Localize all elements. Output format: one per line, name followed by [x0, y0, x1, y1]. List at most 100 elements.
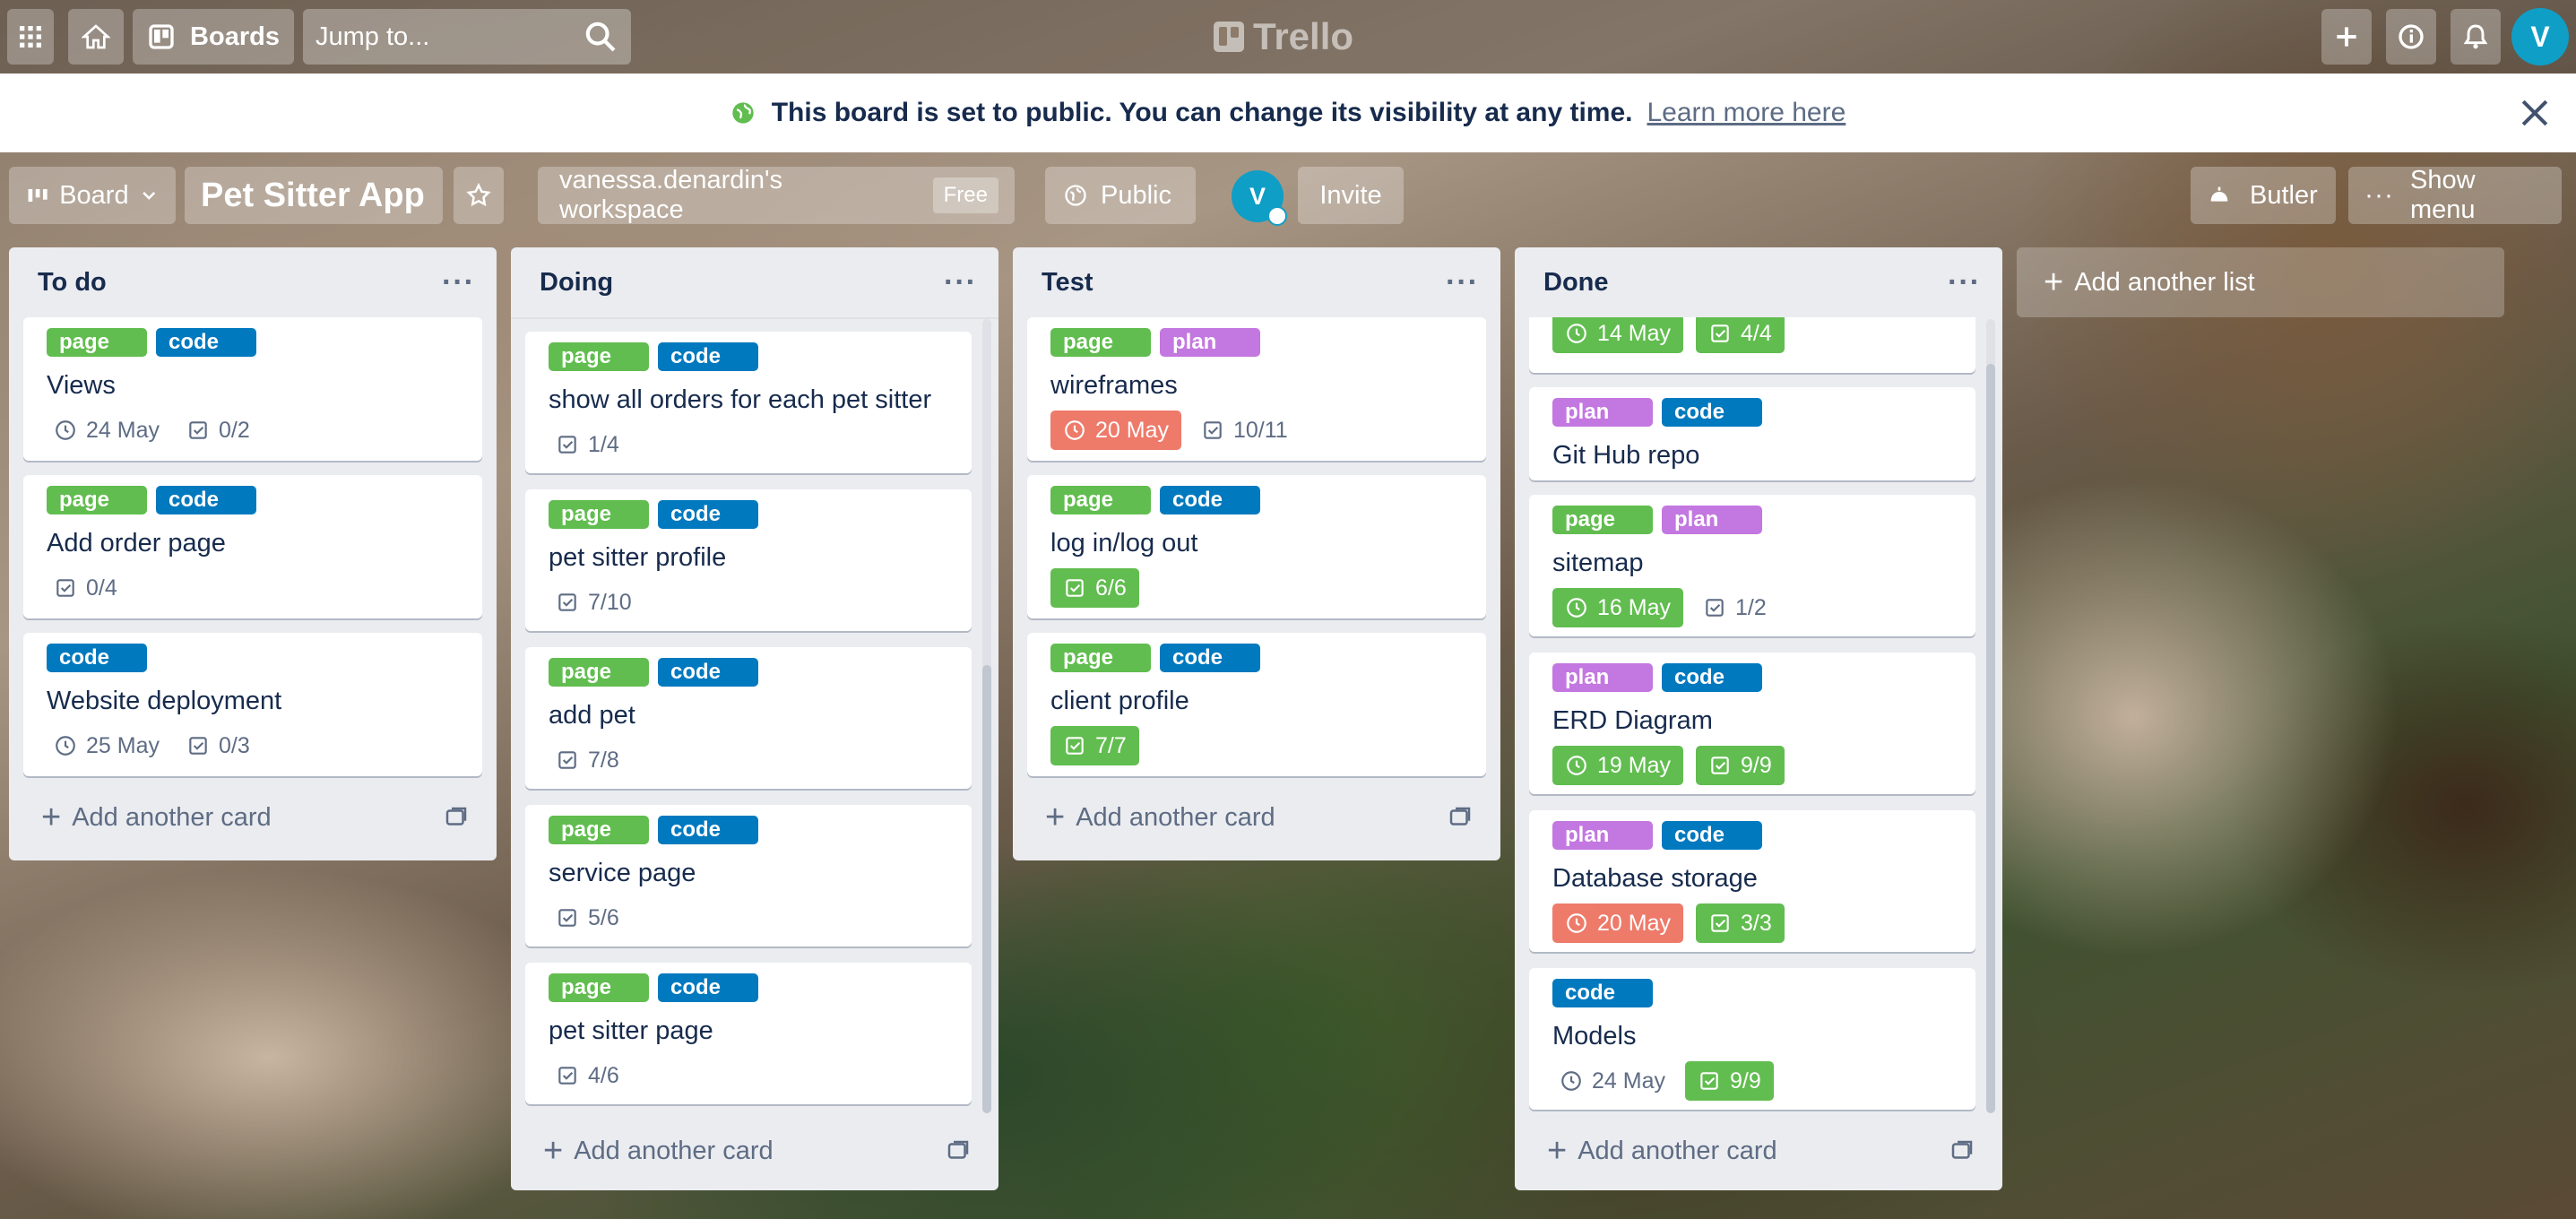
- label-code: code: [1662, 821, 1762, 850]
- home-button[interactable]: [68, 9, 124, 65]
- visibility-button[interactable]: Public: [1045, 167, 1196, 224]
- label-code: code: [1160, 644, 1260, 672]
- board-view-switcher[interactable]: Board: [9, 167, 176, 224]
- globe-icon: [732, 102, 754, 124]
- list-title[interactable]: To do: [38, 268, 107, 298]
- plus-icon: +: [543, 1132, 564, 1170]
- trello-logo[interactable]: Trello: [1214, 14, 1353, 59]
- card[interactable]: plan code ERD Diagram 19 May 9/9: [1529, 653, 1975, 794]
- list-menu-icon[interactable]: ···: [1446, 265, 1479, 300]
- list-title[interactable]: Test: [1042, 268, 1093, 298]
- list-header[interactable]: Test ···: [1013, 247, 1500, 317]
- card-template-icon[interactable]: [1447, 804, 1474, 831]
- boards-button[interactable]: Boards: [133, 9, 294, 65]
- due-date: 14 May: [1597, 320, 1671, 346]
- invite-button[interactable]: Invite: [1298, 167, 1404, 224]
- card[interactable]: page code Views 24 May 0/2: [23, 317, 482, 461]
- home-icon: [82, 24, 110, 49]
- list-done: Done ··· 14 May 4/4 plan code Git Hub re…: [1515, 247, 2002, 1190]
- list-header[interactable]: Doing ···: [511, 247, 998, 317]
- label-page: page: [1552, 506, 1653, 534]
- card[interactable]: page code service page 5/6: [525, 805, 972, 947]
- label-code: code: [156, 328, 256, 357]
- list-header[interactable]: Done ···: [1515, 247, 2002, 317]
- checklist-badge: 1/2: [1696, 588, 1774, 627]
- card-badges: 6/6: [1050, 568, 1470, 608]
- list-doing: Doing ··· page code show all orders for …: [511, 247, 998, 1190]
- workspace-button[interactable]: vanessa.denardin's workspace Free: [538, 166, 1015, 224]
- list-title[interactable]: Doing: [540, 268, 613, 298]
- card[interactable]: 14 May 4/4: [1529, 317, 1975, 373]
- card-labels: page code: [47, 328, 466, 357]
- member-avatar-wrapper[interactable]: V: [1232, 170, 1287, 226]
- add-card-label: Add another card: [1076, 802, 1275, 832]
- add-card-button[interactable]: + Add another card: [525, 1124, 984, 1178]
- checklist-icon: [558, 909, 576, 927]
- show-menu-button[interactable]: ··· Show menu: [2348, 166, 2562, 224]
- list-menu-icon[interactable]: ···: [944, 265, 977, 300]
- card[interactable]: page code add pet 7/8: [525, 647, 972, 789]
- list-header[interactable]: To do ···: [9, 247, 497, 317]
- list-title[interactable]: Done: [1543, 268, 1609, 298]
- label-code: code: [658, 500, 758, 529]
- add-card-button[interactable]: + Add another card: [23, 791, 482, 844]
- butler-label: Butler: [2250, 180, 2318, 210]
- add-card-button[interactable]: + Add another card: [1529, 1124, 1988, 1178]
- due-date: 20 May: [1095, 417, 1169, 443]
- visibility-label: Public: [1101, 180, 1171, 210]
- show-menu-label: Show menu: [2409, 166, 2476, 224]
- butler-button[interactable]: Butler: [2191, 167, 2336, 224]
- list-menu-icon[interactable]: ···: [1948, 265, 1981, 300]
- checklist-badge: 1/4: [549, 425, 627, 464]
- card[interactable]: page code client profile 7/7: [1027, 633, 1486, 776]
- card-template-icon[interactable]: [1949, 1137, 1975, 1164]
- due-date-badge: 24 May: [1552, 1061, 1673, 1101]
- card[interactable]: plan code Database storage 20 May 3/3: [1529, 810, 1975, 952]
- checklist-badge-complete: 9/9: [1695, 746, 1785, 785]
- card[interactable]: plan code Git Hub repo: [1529, 387, 1975, 480]
- card-template-icon[interactable]: [945, 1137, 972, 1164]
- card[interactable]: code Website deployment 25 May 0/3: [23, 633, 482, 776]
- close-icon[interactable]: [2515, 93, 2554, 133]
- board-title[interactable]: Pet Sitter App: [185, 167, 443, 224]
- due-date-badge-complete: 16 May: [1552, 588, 1683, 627]
- list-menu-icon[interactable]: ···: [442, 265, 475, 300]
- card[interactable]: page code pet sitter profile 7/10: [525, 489, 972, 631]
- add-list-button[interactable]: + Add another list: [2017, 247, 2504, 317]
- search-placeholder: Jump to...: [316, 22, 430, 51]
- card[interactable]: page code log in/log out 6/6: [1027, 475, 1486, 618]
- chevron-down-icon: [142, 192, 155, 200]
- workspace-plan-badge: Free: [932, 177, 998, 213]
- list-to-do: To do ··· page code Views 24 May 0/2 pag…: [9, 247, 497, 860]
- add-card-button[interactable]: + Add another card: [1027, 791, 1486, 844]
- label-page: page: [47, 486, 147, 514]
- card[interactable]: page plan sitemap 16 May 1/2: [1529, 495, 1975, 636]
- due-date: 16 May: [1597, 594, 1671, 620]
- user-avatar[interactable]: V: [2511, 8, 2569, 65]
- card[interactable]: page plan wireframes 20 May 10/11: [1027, 317, 1486, 461]
- card-title: Add order page: [47, 529, 226, 558]
- info-icon: [2399, 24, 2424, 49]
- due-date-badge: 24 May: [47, 411, 167, 450]
- notifications-button[interactable]: [2451, 9, 2501, 65]
- learn-more-link[interactable]: Learn more here: [1647, 98, 1846, 128]
- card[interactable]: page code Add order page 0/4: [23, 475, 482, 618]
- checklist-icon: [1706, 599, 1724, 617]
- card[interactable]: page code pet sitter page 4/6: [525, 963, 972, 1104]
- card[interactable]: page code show all orders for each pet s…: [525, 332, 972, 473]
- checklist-icon: [558, 436, 576, 454]
- card-template-icon[interactable]: [443, 804, 470, 831]
- create-button[interactable]: [2321, 9, 2372, 65]
- info-button[interactable]: [2386, 9, 2436, 65]
- card-container: 14 May 4/4 plan code Git Hub repo page p…: [1515, 317, 2002, 1111]
- card-title: Git Hub repo: [1552, 441, 1700, 470]
- star-button[interactable]: [454, 167, 504, 224]
- card[interactable]: code Models 24 May 9/9: [1529, 968, 1975, 1110]
- search-input[interactable]: Jump to...: [303, 9, 631, 65]
- card-title: Views: [47, 371, 116, 400]
- card-labels: page plan: [1050, 328, 1470, 357]
- admin-badge-icon: [1267, 206, 1287, 226]
- apps-grid-icon[interactable]: [7, 9, 54, 65]
- checklist-icon: [1066, 737, 1084, 755]
- star-icon: [466, 182, 491, 207]
